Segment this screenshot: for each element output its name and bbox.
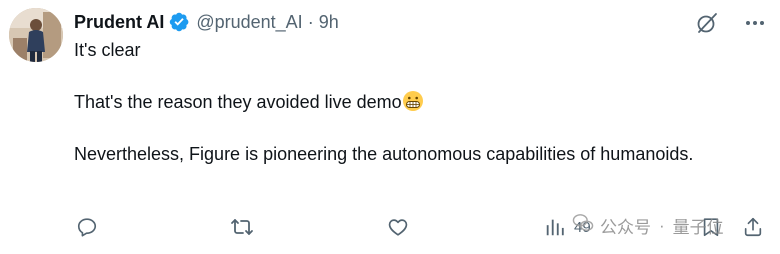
tweet-line-2-text: That's the reason they avoided live demo [74,92,402,112]
more-icon[interactable] [742,10,768,36]
views-chart-icon [544,216,566,238]
tweet-line-2: That's the reason they avoided live demo [74,90,734,115]
tweet-header: Prudent AI @prudent_AI · 9h [74,9,339,35]
heart-icon [387,216,409,238]
retweet-icon [230,215,254,239]
share-icon [742,216,764,238]
share-button[interactable] [742,211,764,243]
retweet-button[interactable] [230,211,254,243]
header-actions [694,10,768,36]
profile-photo [9,8,63,62]
avatar[interactable] [9,8,63,62]
tweet-card[interactable]: Prudent AI @prudent_AI · 9h It's clear T… [0,0,780,254]
watermark-text-2: 量子位 [672,218,724,237]
reply-button[interactable] [76,211,98,243]
watermark: 公众号 · 量子位 [572,213,724,238]
reply-icon [76,216,98,238]
user-handle[interactable]: @prudent_AI [196,12,302,33]
watermark-separator: · [659,215,665,235]
display-name[interactable]: Prudent AI [74,12,164,33]
tweet-text: It's clear That's the reason they avoide… [74,38,734,167]
timestamp[interactable]: 9h [319,12,339,33]
tweet-line-1: It's clear [74,40,141,60]
tweet-line-3: Nevertheless, Figure is pioneering the a… [74,144,694,164]
wechat-icon [572,213,594,238]
grok-icon[interactable] [694,10,720,36]
watermark-text-1: 公众号 [600,218,651,237]
grimacing-face-icon [402,90,424,112]
verified-badge-icon [168,11,190,33]
like-button[interactable] [387,211,409,243]
separator-dot: · [307,11,314,32]
